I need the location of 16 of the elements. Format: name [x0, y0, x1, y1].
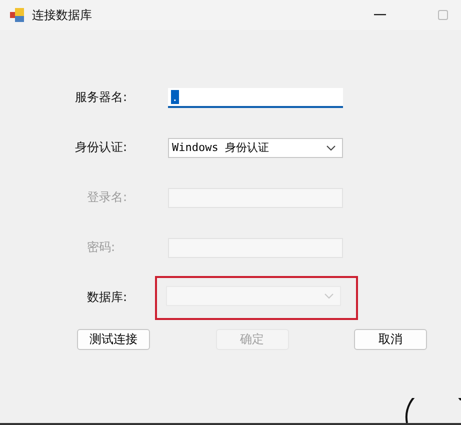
dialog-button[interactable]: 取消 — [354, 329, 427, 350]
field-label: 密码: — [86, 239, 116, 256]
dropdown[interactable]: Windows 身份认证 — [168, 138, 343, 158]
circle-mark — [405, 398, 461, 423]
text-field[interactable]: . — [168, 88, 343, 108]
field-label: 服务器名: — [75, 89, 128, 106]
dialog-button[interactable]: 测试连接 — [77, 329, 150, 350]
maximize-icon[interactable] — [438, 10, 448, 20]
field-label: 数据库: — [86, 289, 128, 306]
minimize-icon[interactable] — [374, 14, 386, 16]
field-label: 身份认证: — [75, 139, 128, 156]
field-label: 登录名: — [86, 189, 128, 206]
window-title: 连接数据库 — [32, 6, 93, 24]
app-icon — [10, 8, 24, 22]
chevron-down-icon — [326, 144, 336, 150]
chevron-down-icon — [324, 292, 334, 298]
